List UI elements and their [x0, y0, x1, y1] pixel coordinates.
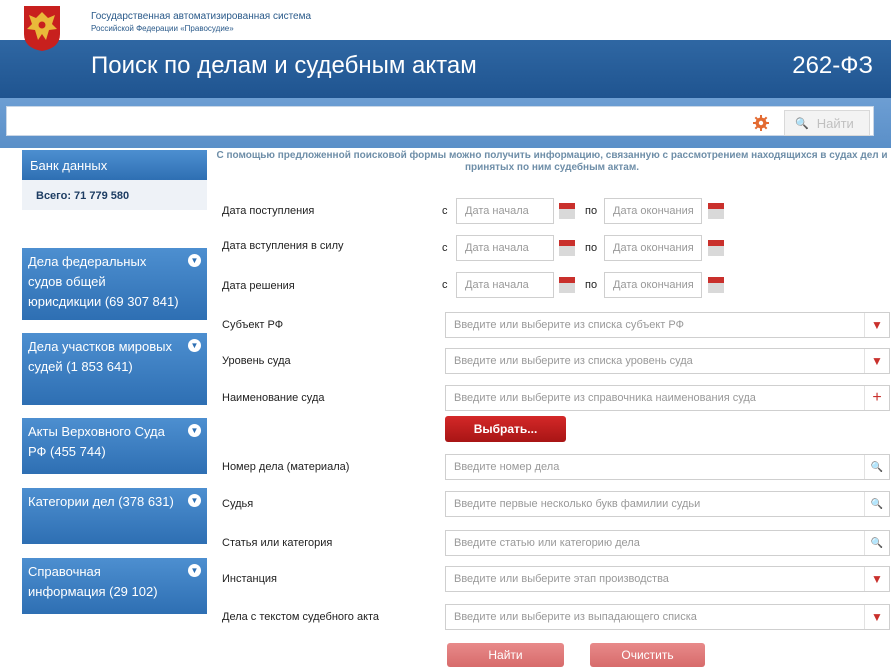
search-find-button[interactable]: 🔍 Найти: [784, 110, 870, 136]
page-title: Поиск по делам и судебным актам: [91, 52, 477, 79]
sidebar-item-supreme-court[interactable]: Акты Верховного Суда РФ (455 744) ▼: [22, 418, 207, 474]
title-bar: Поиск по делам и судебным актам 262-ФЗ: [0, 40, 891, 98]
calendar-icon[interactable]: [555, 199, 579, 223]
instance-select[interactable]: Введите или выберите этап производства ▼: [445, 566, 890, 592]
sidebar-item-label: Категории дел (378 631): [28, 494, 174, 509]
search-icon[interactable]: 🔍: [864, 455, 889, 479]
court-level-label: Уровень суда: [222, 355, 291, 367]
court-name-field[interactable]: Введите или выберите из справочника наим…: [445, 385, 890, 411]
judge-input[interactable]: Введите первые несколько букв фамилии су…: [445, 491, 890, 517]
date-received-start[interactable]: Дата начала: [456, 198, 554, 224]
dropdown-arrow-icon[interactable]: ▼: [864, 313, 889, 337]
sidebar-item-label: Дела федеральных судов общей юрисдикции …: [28, 254, 179, 309]
from-label: с: [442, 279, 448, 291]
court-name-placeholder: Введите или выберите из справочника наим…: [454, 392, 756, 404]
choose-button[interactable]: Выбрать...: [445, 416, 566, 442]
date-effective-label: Дата вступления в силу: [222, 240, 344, 252]
system-name-line2: Российской Федерации «Правосудие»: [91, 24, 234, 33]
region-select[interactable]: Введите или выберите из списка субъект Р…: [445, 312, 890, 338]
court-level-placeholder: Введите или выберите из списка уровень с…: [454, 355, 693, 367]
judge-placeholder: Введите первые несколько букв фамилии су…: [454, 498, 701, 510]
chevron-down-icon: ▼: [188, 564, 201, 577]
search-icon[interactable]: 🔍: [864, 492, 889, 516]
case-number-input[interactable]: Введите номер дела 🔍: [445, 454, 890, 480]
plus-icon[interactable]: +: [864, 386, 889, 410]
judge-label: Судья: [222, 498, 254, 510]
calendar-icon[interactable]: [555, 236, 579, 260]
date-effective-end[interactable]: Дата окончания: [604, 235, 702, 261]
calendar-icon[interactable]: [704, 236, 728, 260]
article-placeholder: Введите статью или категорию дела: [454, 537, 640, 549]
calendar-icon[interactable]: [704, 199, 728, 223]
law-number: 262-ФЗ: [792, 52, 873, 79]
to-label: по: [585, 279, 598, 291]
chevron-down-icon: ▼: [188, 339, 201, 352]
court-level-select[interactable]: Введите или выберите из списка уровень с…: [445, 348, 890, 374]
act-text-placeholder: Введите или выберите из выпадающего спис…: [454, 611, 697, 623]
sidebar-item-label: Справочная информация (29 102): [28, 564, 158, 599]
intro-text: С помощью предложенной поисковой формы м…: [216, 150, 888, 173]
date-decision-label: Дата решения: [222, 280, 295, 292]
dropdown-arrow-icon[interactable]: ▼: [864, 349, 889, 373]
instance-label: Инстанция: [222, 573, 277, 585]
to-label: по: [585, 205, 598, 217]
date-effective-start[interactable]: Дата начала: [456, 235, 554, 261]
sidebar-item-magistrates[interactable]: Дела участков мировых судей (1 853 641) …: [22, 333, 207, 405]
sidebar-item-label: Акты Верховного Суда РФ (455 744): [28, 424, 165, 459]
search-input[interactable]: [6, 106, 874, 136]
case-number-placeholder: Введите номер дела: [454, 461, 560, 473]
databank-total: Всего: 71 779 580: [22, 180, 207, 210]
date-decision-start[interactable]: Дата начала: [456, 272, 554, 298]
search-icon[interactable]: 🔍: [864, 531, 889, 555]
date-received-label: Дата поступления: [222, 205, 315, 217]
instance-placeholder: Введите или выберите этап производства: [454, 573, 669, 585]
act-text-select[interactable]: Введите или выберите из выпадающего спис…: [445, 604, 890, 630]
find-button[interactable]: Найти: [447, 643, 564, 667]
chevron-down-icon: ▼: [188, 424, 201, 437]
coat-of-arms-icon: [24, 6, 60, 51]
date-received-end[interactable]: Дата окончания: [604, 198, 702, 224]
region-label: Субъект РФ: [222, 319, 284, 331]
chevron-down-icon: ▼: [188, 254, 201, 267]
date-decision-end[interactable]: Дата окончания: [604, 272, 702, 298]
to-label: по: [585, 242, 598, 254]
sidebar-item-categories[interactable]: Категории дел (378 631) ▼: [22, 488, 207, 544]
from-label: с: [442, 242, 448, 254]
from-label: с: [442, 205, 448, 217]
dropdown-arrow-icon[interactable]: ▼: [864, 605, 889, 629]
dropdown-arrow-icon[interactable]: ▼: [864, 567, 889, 591]
gear-icon[interactable]: [753, 115, 769, 131]
system-name-line1: Государственная автоматизированная систе…: [91, 11, 312, 22]
search-icon: 🔍: [795, 117, 809, 130]
sidebar-item-reference[interactable]: Справочная информация (29 102) ▼: [22, 558, 207, 614]
case-number-label: Номер дела (материала): [222, 461, 350, 473]
databank-header: Банк данных: [22, 150, 207, 180]
article-input[interactable]: Введите статью или категорию дела 🔍: [445, 530, 890, 556]
sidebar-item-label: Дела участков мировых судей (1 853 641): [28, 339, 172, 374]
article-label: Статья или категория: [222, 537, 333, 549]
system-header: Государственная автоматизированная систе…: [0, 0, 891, 51]
search-find-label: Найти: [816, 115, 854, 131]
calendar-icon[interactable]: [555, 273, 579, 297]
chevron-down-icon: ▼: [188, 494, 201, 507]
court-name-label: Наименование суда: [222, 392, 325, 404]
calendar-icon[interactable]: [704, 273, 728, 297]
act-text-label: Дела с текстом судебного акта: [222, 611, 380, 623]
region-placeholder: Введите или выберите из списка субъект Р…: [454, 319, 684, 331]
clear-button[interactable]: Очистить: [590, 643, 705, 667]
sidebar-item-federal-courts[interactable]: Дела федеральных судов общей юрисдикции …: [22, 248, 207, 320]
